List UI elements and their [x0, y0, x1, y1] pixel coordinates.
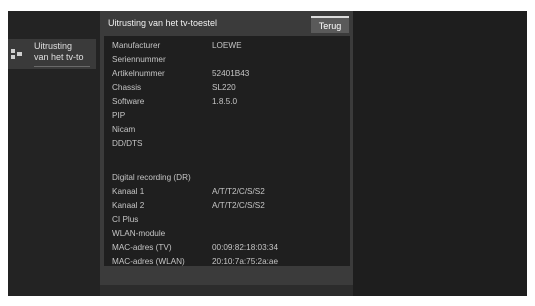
info-value: SL220 [212, 83, 236, 92]
info-value: 00:09:82:18:03:34 [212, 243, 279, 252]
info-value: A/T/T2/C/S/S2 [212, 187, 265, 196]
info-value: LOEWE [212, 41, 242, 50]
sidebar-item-label-line1: Uitrusting [34, 41, 73, 51]
screen: Uitrusting van het tv-to Uitrusting van … [0, 0, 535, 306]
info-value: 20:10:7a:75:2a:ae [212, 257, 279, 266]
info-label: Kanaal 2 [112, 201, 145, 210]
info-value: 52401B43 [212, 69, 250, 78]
dialog-header: Uitrusting van het tv-toestel Terug [100, 11, 353, 36]
side-menu: Uitrusting van het tv-to [8, 11, 100, 296]
info-label: PIP [112, 111, 126, 120]
info-label: DD/DTS [112, 139, 143, 148]
info-label: WLAN-module [112, 229, 166, 238]
info-label: MAC-adres (TV) [112, 243, 172, 252]
info-label: Chassis [112, 83, 142, 92]
info-label: Seriennummer [112, 55, 166, 64]
sidebar-item-divider [34, 66, 90, 67]
info-label: Software [112, 97, 145, 106]
sidebar-item-label-line2: van het tv-to [34, 52, 84, 62]
menu-list-icon [11, 49, 23, 59]
info-label: Manufacturer [112, 41, 161, 50]
sidebar-item-label: Uitrusting van het tv-to [34, 41, 92, 63]
info-label: Nicam [112, 125, 136, 134]
info-label: Kanaal 1 [112, 187, 145, 196]
back-button[interactable]: Terug [311, 16, 349, 33]
info-value: A/T/T2/C/S/S2 [212, 201, 265, 210]
dialog-title: Uitrusting van het tv-toestel [108, 18, 218, 28]
info-label: MAC-adres (WLAN) [112, 257, 185, 266]
back-button-label: Terug [318, 21, 342, 31]
info-value: 1.8.5.0 [212, 97, 238, 106]
info-label: Digital recording (DR) [112, 173, 191, 182]
tv-screen: Uitrusting van het tv-to Uitrusting van … [8, 11, 527, 296]
info-label: CI Plus [112, 215, 139, 224]
equipment-dialog: Uitrusting van het tv-toestel Terug Manu… [100, 11, 353, 285]
sidebar-item-equipment[interactable]: Uitrusting van het tv-to [8, 39, 96, 69]
dialog-bottom-strip [100, 285, 353, 296]
equipment-info-panel: Manufacturer LOEWE Seriennummer Artikelnu… [104, 36, 350, 266]
info-label: Artikelnummer [112, 69, 165, 78]
